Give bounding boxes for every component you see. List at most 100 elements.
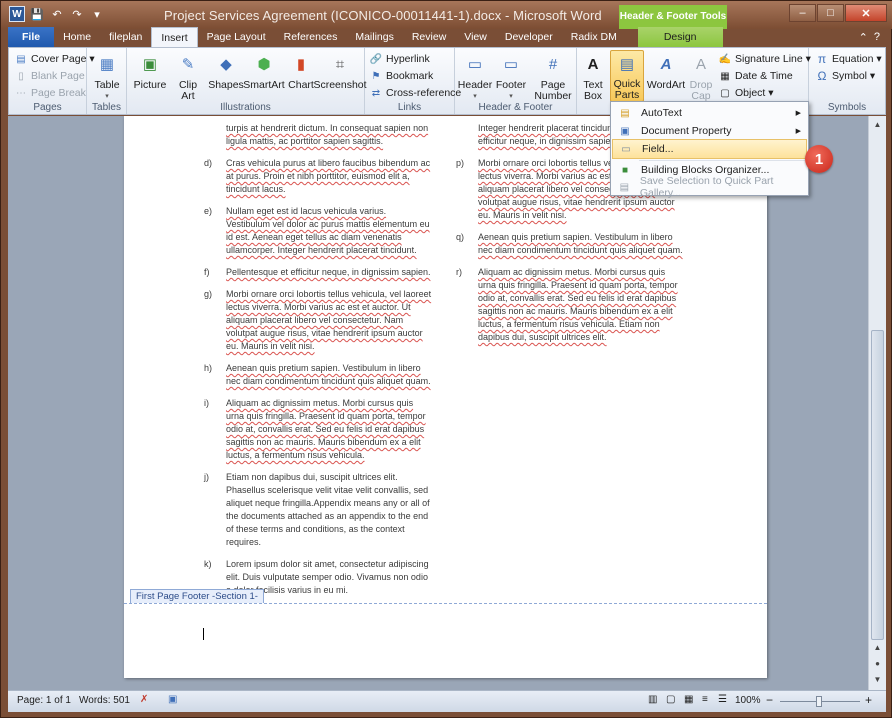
customize-qat-icon[interactable]: ▾ [89, 6, 105, 22]
macro-recording-icon[interactable]: ▣ [168, 694, 177, 705]
chart-label: Chart [288, 79, 314, 91]
menu-item-label: Save Selection to Quick Part Gallery... [639, 175, 774, 199]
view-print-layout-icon[interactable]: ▥ [648, 694, 657, 705]
zoom-out-button[interactable]: − [766, 693, 773, 707]
bookmark-icon: ⚑ [371, 70, 381, 82]
tab-file[interactable]: File [8, 27, 55, 47]
ruler-toggle-icon[interactable]: ▲ [870, 640, 885, 655]
table-button[interactable]: ▦ Table ▾ [93, 50, 121, 102]
page-break-label: Page Break [31, 87, 86, 99]
equation-button[interactable]: π Equation ▾ [815, 51, 882, 67]
group-label-illustrations: Illustrations [220, 102, 271, 113]
list-item-label: j) [204, 472, 209, 482]
text-box-button[interactable]: A Text Box [579, 50, 607, 102]
symbol-button[interactable]: Ω Symbol ▾ [815, 68, 876, 84]
list-item-label: f) [204, 267, 210, 277]
tab-references[interactable]: References [275, 27, 347, 47]
cross-reference-button[interactable]: ⇄ Cross-reference [369, 85, 461, 101]
tab-view[interactable]: View [455, 27, 496, 47]
tab-mailings[interactable]: Mailings [346, 27, 403, 47]
tab-developer[interactable]: Developer [496, 27, 562, 47]
group-symbols: π Equation ▾ Ω Symbol ▾ Symbols [809, 48, 885, 114]
list-item-text: Morbi ornare orci lobortis tellus vehicu… [226, 289, 432, 351]
quick-parts-button[interactable]: ▤ Quick Parts [610, 50, 644, 102]
object-button[interactable]: ▢ Object ▾ [718, 85, 773, 101]
list-item: f) Pellentesque et efficitur neque, in di… [204, 266, 432, 279]
wordart-label: WordArt [646, 79, 686, 91]
wordart-button[interactable]: A WordArt [646, 50, 686, 91]
picture-button[interactable]: ▣ Picture [133, 50, 167, 91]
blank-page-button[interactable]: ▯ Blank Page [14, 68, 85, 84]
list-item-label: e) [204, 206, 213, 216]
date-time-button[interactable]: ▦ Date & Time [718, 68, 793, 84]
signature-line-button[interactable]: ✍ Signature Line ▾ [718, 51, 811, 67]
equation-label: Equation ▾ [832, 53, 882, 65]
smartart-button[interactable]: ⬢ SmartArt [243, 50, 284, 91]
minimize-ribbon-icon[interactable]: ⌃ [859, 31, 868, 44]
left-continuation: turpis at hendrerit dictum. In consequat… [204, 122, 432, 148]
chart-button[interactable]: ▮ Chart [287, 50, 315, 91]
scrollbar-thumb[interactable] [871, 330, 884, 640]
tab-radix-dm[interactable]: Radix DM [562, 27, 626, 47]
clip-art-button[interactable]: ✎ Clip Art [174, 50, 202, 102]
window-controls: – □ ✕ [789, 4, 887, 22]
menu-item-autotext[interactable]: ▤ AutoText ▶ [612, 103, 807, 123]
maximize-button[interactable]: □ [817, 4, 844, 22]
building-blocks-icon: ■ [621, 164, 629, 176]
word-count[interactable]: Words: 501 [79, 695, 130, 706]
view-web-layout-icon[interactable]: ▦ [684, 694, 693, 705]
document-page[interactable]: turpis at hendrerit dictum. In consequat… [124, 116, 767, 678]
bookmark-button[interactable]: ⚑ Bookmark [369, 68, 434, 84]
text-box-icon: A [587, 55, 599, 73]
tab-page-layout[interactable]: Page Layout [198, 27, 275, 47]
page-break-button[interactable]: ⋯ Page Break [14, 85, 86, 101]
footer-button[interactable]: ▭ Footer ▾ [495, 50, 527, 102]
status-bar: Page: 1 of 1 Words: 501 ✗ ▣ ▥ ▢ ▦ ≡ ☰ 10… [8, 690, 886, 712]
scroll-down-icon[interactable]: ▼ [870, 672, 885, 687]
tab-review[interactable]: Review [403, 27, 455, 47]
group-pages: ▤ Cover Page ▾ ▯ Blank Page ⋯ Page Break… [9, 48, 95, 114]
page-count[interactable]: Page: 1 of 1 [17, 695, 71, 706]
cover-page-button[interactable]: ▤ Cover Page ▾ [14, 51, 94, 67]
drop-cap-button[interactable]: A Drop Cap [687, 50, 715, 102]
menu-item-document-property[interactable]: ▣ Document Property ▶ [612, 121, 807, 141]
word-logo-icon[interactable]: W [9, 6, 25, 22]
page-number-button[interactable]: # Page Number [533, 50, 573, 102]
text-cursor [203, 628, 204, 640]
save-icon[interactable]: 💾 [29, 6, 45, 22]
shapes-button[interactable]: ◆ Shapes [208, 50, 244, 91]
group-tables: ▦ Table ▾ Tables [87, 48, 127, 114]
browse-object-icon[interactable]: ● [870, 656, 885, 671]
zoom-level[interactable]: 100% [735, 695, 761, 706]
screenshot-button[interactable]: ⌗ Screenshot [313, 50, 366, 91]
clip-art-icon: ✎ [181, 55, 195, 73]
help-icon[interactable]: ? [874, 31, 880, 43]
view-full-screen-icon[interactable]: ▢ [666, 694, 675, 705]
vertical-scrollbar[interactable]: ▲ ▲ ● ▼ [868, 116, 886, 690]
view-draft-icon[interactable]: ☰ [718, 694, 727, 705]
header-button[interactable]: ▭ Header ▾ [458, 50, 492, 102]
save-selection-icon: ▤ [619, 181, 630, 193]
zoom-in-button[interactable]: + [865, 693, 872, 707]
blank-page-label: Blank Page [31, 70, 85, 82]
menu-item-save-selection[interactable]: ▤ Save Selection to Quick Part Gallery..… [612, 175, 807, 199]
minimize-button[interactable]: – [789, 4, 816, 22]
date-time-label: Date & Time [735, 70, 793, 82]
tab-fileplan[interactable]: fileplan [100, 27, 151, 47]
hyperlink-button[interactable]: 🔗 Hyperlink [369, 51, 430, 67]
tab-design[interactable]: Design [637, 27, 723, 47]
tab-insert[interactable]: Insert [151, 27, 198, 47]
left-top-line-2: ligula mattis, ac porttitor sapien sagit… [226, 136, 384, 146]
tab-home[interactable]: Home [54, 27, 100, 47]
scroll-up-icon[interactable]: ▲ [870, 117, 885, 132]
close-button[interactable]: ✕ [845, 4, 887, 22]
proofing-icon[interactable]: ✗ [140, 694, 148, 705]
view-outline-icon[interactable]: ≡ [702, 694, 708, 705]
clip-art-label: Clip Art [178, 79, 198, 102]
undo-icon[interactable]: ↶ [49, 6, 65, 22]
group-illustrations: ▣ Picture ✎ Clip Art ◆ Shapes ⬢ SmartArt… [127, 48, 367, 114]
quick-parts-label: Quick Parts [613, 78, 641, 101]
zoom-slider-thumb[interactable] [816, 696, 822, 707]
redo-icon[interactable]: ↷ [69, 6, 85, 22]
menu-item-field[interactable]: ▭ Field... [612, 139, 807, 159]
